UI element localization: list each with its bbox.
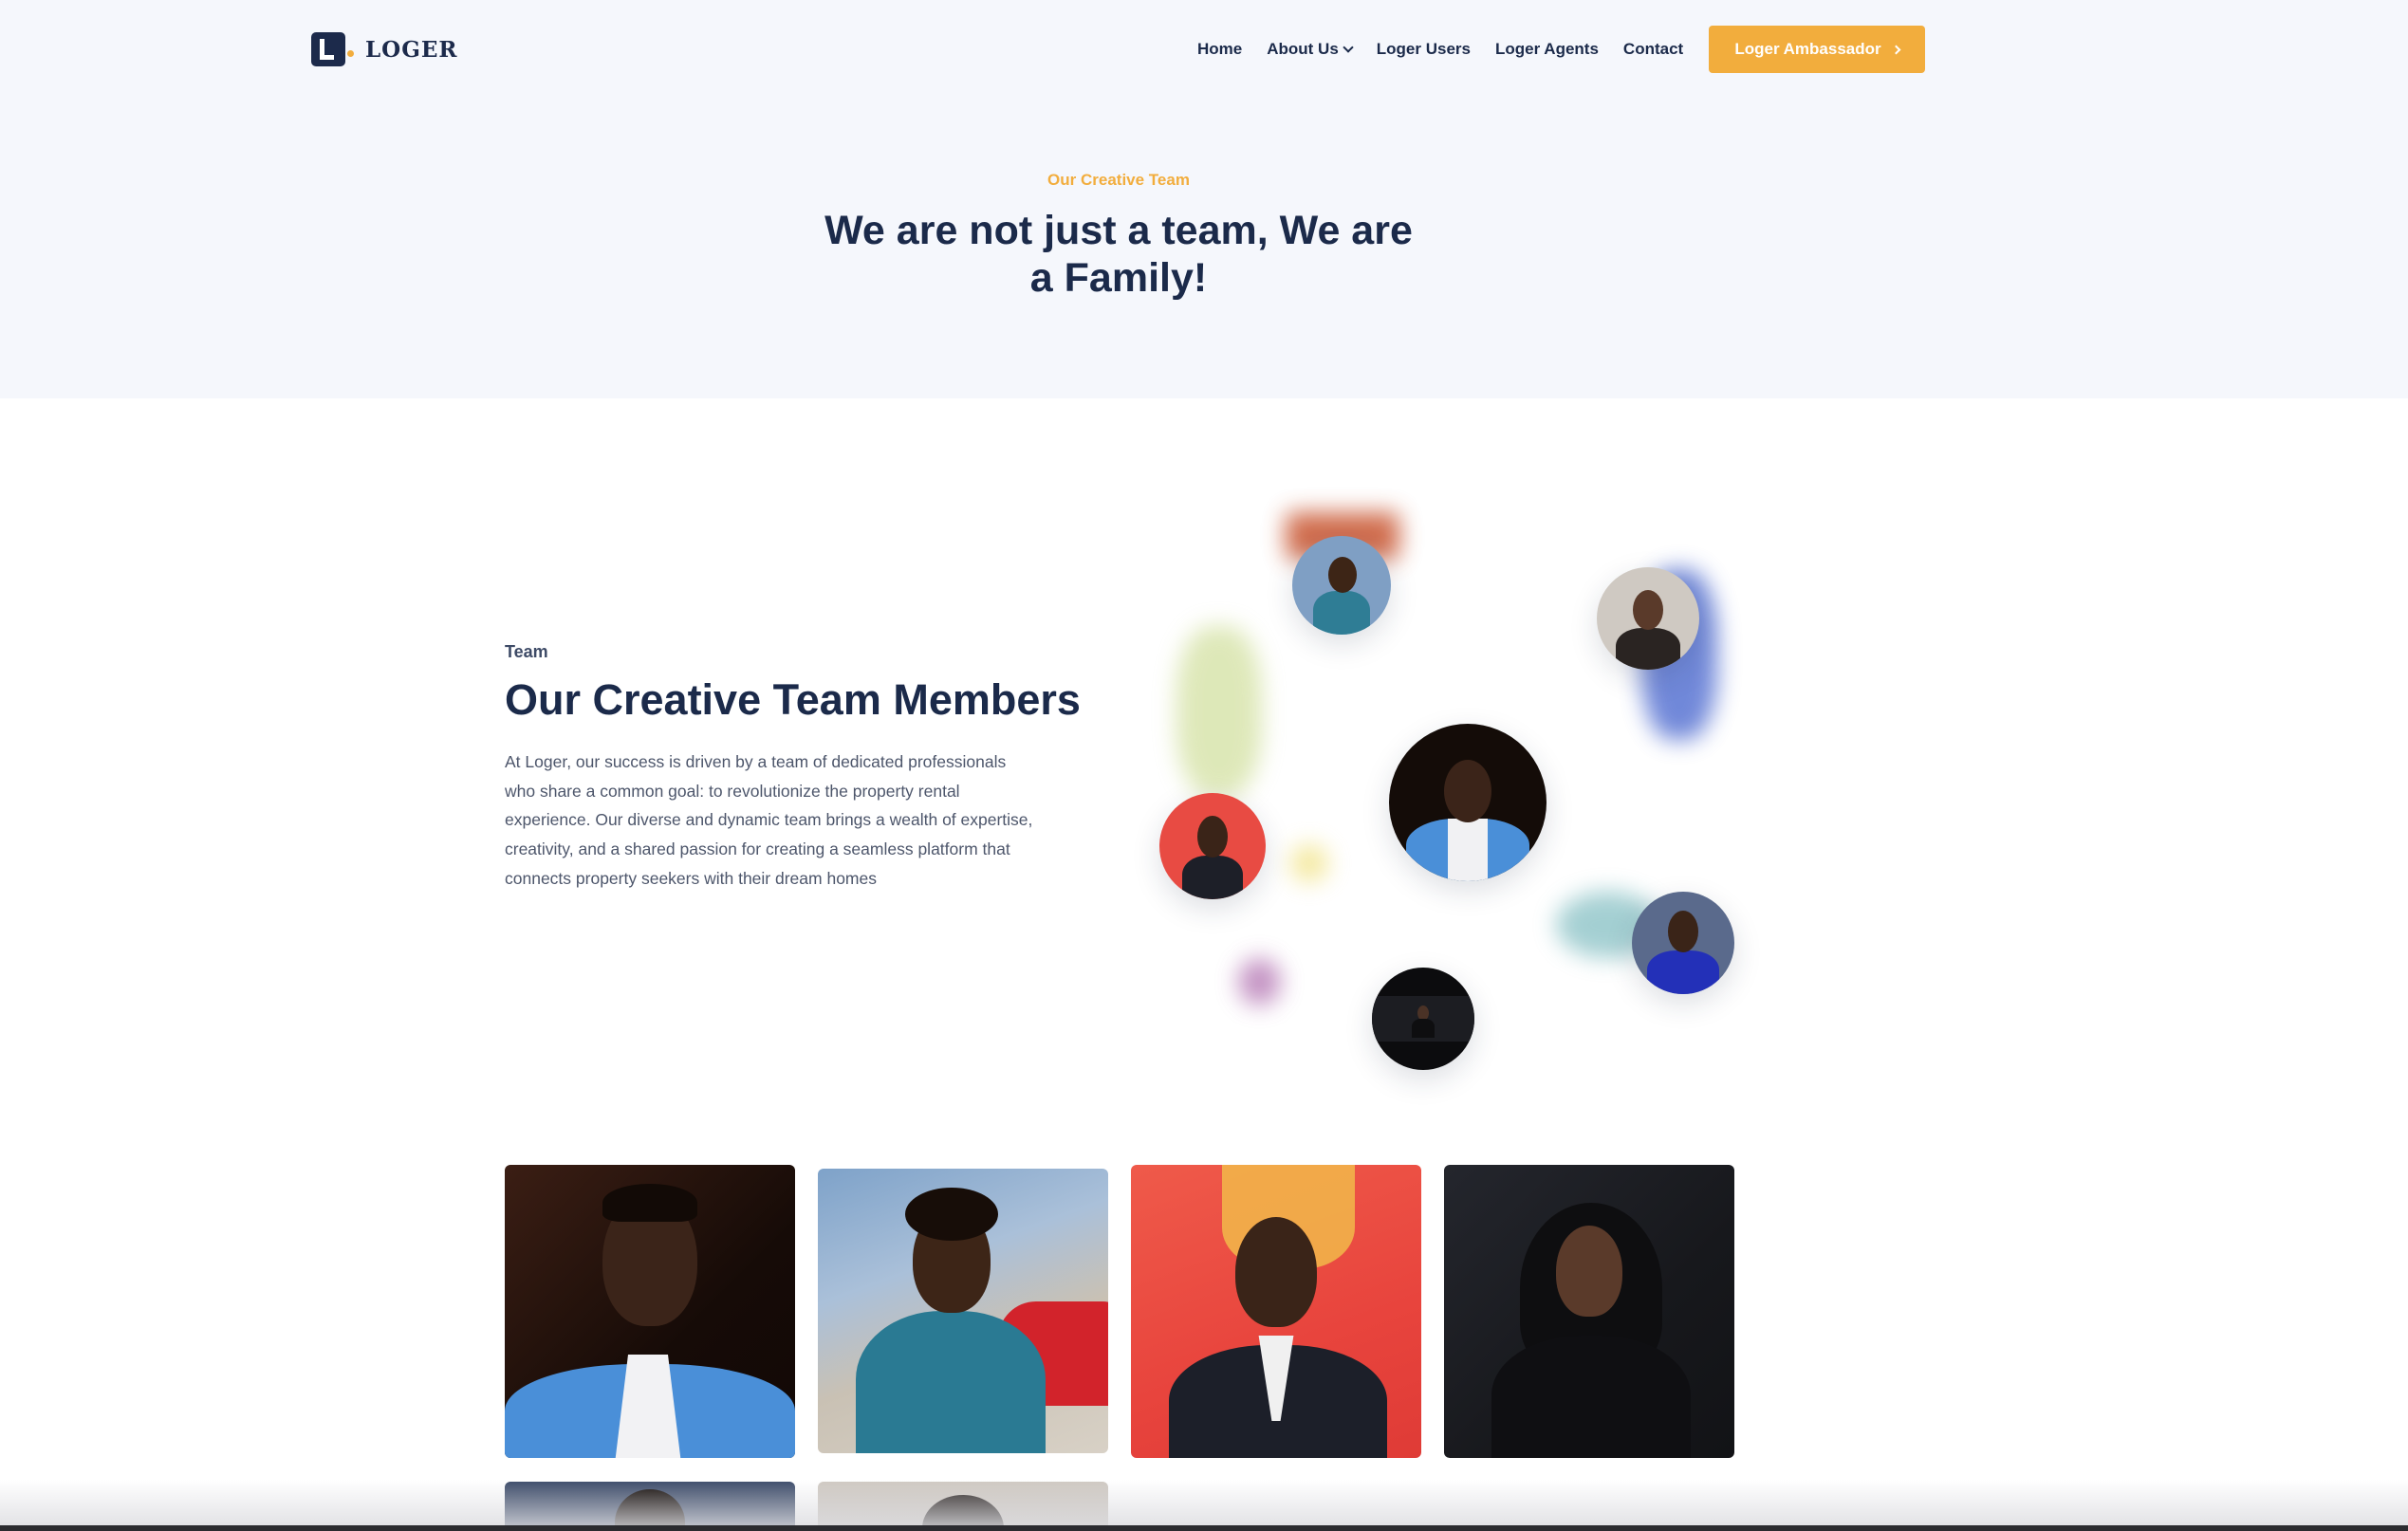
brand-logo[interactable]: LOGER bbox=[311, 31, 458, 67]
loger-ambassador-button[interactable]: Loger Ambassador bbox=[1709, 26, 1925, 73]
team-section-title: Our Creative Team Members bbox=[505, 675, 1081, 724]
logo-text: LOGER bbox=[365, 36, 458, 63]
team-photo-red-backdrop[interactable] bbox=[1131, 1165, 1421, 1458]
hero-title: We are not just a team, We are a Family! bbox=[824, 208, 1413, 301]
nav-about-us[interactable]: About Us bbox=[1267, 40, 1354, 59]
chevron-right-icon bbox=[1891, 45, 1901, 54]
nav-home[interactable]: Home bbox=[1197, 40, 1242, 59]
team-avatar-dark-portrait[interactable] bbox=[1372, 968, 1474, 1070]
decorative-blob bbox=[1176, 626, 1262, 797]
team-section-label: Team bbox=[505, 642, 548, 661]
logo-dot-icon bbox=[347, 49, 354, 57]
team-avatar-teal-shirt[interactable] bbox=[1292, 536, 1391, 635]
nav-loger-agents[interactable]: Loger Agents bbox=[1495, 40, 1599, 59]
page-bottom-fade bbox=[0, 1480, 2408, 1531]
logo-mark-icon bbox=[311, 32, 345, 66]
nav-contact[interactable]: Contact bbox=[1623, 40, 1683, 59]
hero-eyebrow: Our Creative Team bbox=[1047, 171, 1190, 189]
team-avatar-cluster bbox=[1139, 493, 1784, 1081]
team-photo-woman-black[interactable] bbox=[1444, 1165, 1734, 1458]
main-nav: Home About Us Loger Users Loger Agents C… bbox=[1197, 26, 1708, 73]
decorative-blob bbox=[1290, 844, 1328, 882]
team-photo-blue-blazer[interactable] bbox=[505, 1165, 795, 1458]
team-avatar-woman-light[interactable] bbox=[1597, 567, 1699, 670]
chevron-down-icon bbox=[1343, 41, 1354, 53]
decorative-blob bbox=[1238, 958, 1281, 1005]
team-avatar-red-backdrop[interactable] bbox=[1159, 793, 1266, 899]
window-bottom-edge bbox=[0, 1525, 2408, 1531]
nav-loger-users[interactable]: Loger Users bbox=[1377, 40, 1471, 59]
team-avatar-royal-blue-suit[interactable] bbox=[1632, 892, 1734, 994]
team-section-description: At Loger, our success is driven by a tea… bbox=[505, 752, 1033, 888]
team-photo-teal-shirt[interactable] bbox=[818, 1169, 1108, 1453]
team-avatar-blue-blazer[interactable] bbox=[1389, 724, 1547, 881]
